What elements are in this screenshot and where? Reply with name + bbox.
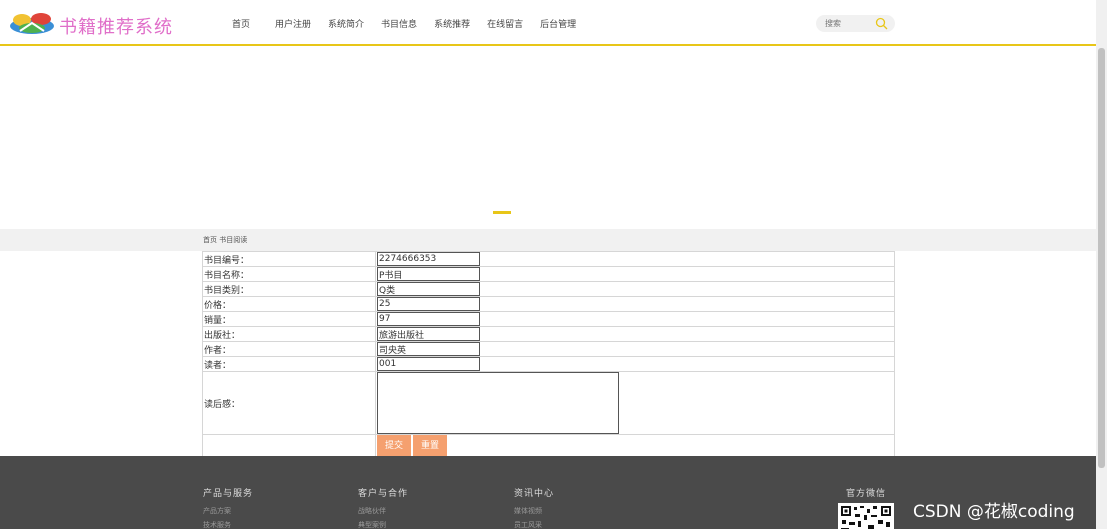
page-scrollbar[interactable]: [1096, 0, 1107, 529]
csdn-watermark: CSDN @花椒coding: [913, 502, 1075, 522]
book-detail-form: 书目编号： 书目名称： 书目类别： 价格： 销量： 出版社： 作者： 读者：: [202, 251, 895, 457]
footer-news-title: 资讯中心: [514, 489, 555, 499]
nav-admin[interactable]: 后台管理: [540, 17, 576, 31]
form-row: 书目编号：: [202, 251, 895, 267]
form-row: 读后感：: [202, 371, 895, 435]
search-input[interactable]: [825, 17, 875, 30]
form-row: 书目名称：: [202, 266, 895, 282]
review-textarea[interactable]: [377, 372, 619, 434]
breadcrumb[interactable]: 首页 书目阅读: [203, 235, 247, 245]
sales-field[interactable]: [377, 312, 480, 326]
top-header: 书籍推荐系统 首页 用户注册 系统简介 书目信息 系统推荐 在线留言 后台管理: [0, 0, 1096, 46]
review-label: 读后感：: [202, 371, 376, 435]
price-field[interactable]: [377, 297, 480, 311]
book-id-field[interactable]: [377, 252, 480, 266]
form-row: 读者：: [202, 356, 895, 372]
breadcrumb-bar: 首页 书目阅读: [0, 229, 1096, 251]
nav-books[interactable]: 书目信息: [381, 17, 417, 31]
footer-link[interactable]: 产品方案: [203, 506, 231, 516]
wechat-qr-icon: [838, 503, 894, 529]
banner-indicator: [493, 211, 511, 214]
publisher-label: 出版社：: [202, 326, 376, 342]
footer-products-title: 产品与服务: [203, 489, 254, 499]
brand-title[interactable]: 书籍推荐系统: [59, 13, 173, 39]
form-actions-row: 提交 重置: [202, 434, 895, 457]
search-box: [816, 15, 895, 32]
book-id-label: 书目编号：: [202, 251, 376, 267]
price-label: 价格：: [202, 296, 376, 312]
form-row: 作者：: [202, 341, 895, 357]
scrollbar-thumb[interactable]: [1098, 48, 1105, 468]
footer-link[interactable]: 典型案例: [358, 520, 386, 529]
book-logo-icon: [10, 13, 54, 34]
form-row: 销量：: [202, 311, 895, 327]
form-row: 价格：: [202, 296, 895, 312]
sales-label: 销量：: [202, 311, 376, 327]
nav-messages[interactable]: 在线留言: [487, 17, 523, 31]
publisher-field[interactable]: [377, 327, 480, 341]
footer-partners-title: 客户与合作: [358, 489, 409, 499]
nav-register[interactable]: 用户注册: [275, 17, 311, 31]
nav-recommend[interactable]: 系统推荐: [434, 17, 470, 31]
book-name-label: 书目名称：: [202, 266, 376, 282]
footer-link[interactable]: 员工风采: [514, 520, 542, 529]
reset-button[interactable]: 重置: [413, 435, 448, 456]
nav-intro[interactable]: 系统简介: [328, 17, 364, 31]
search-icon[interactable]: [875, 17, 888, 30]
reader-label: 读者：: [202, 356, 376, 372]
actions-spacer: [202, 434, 376, 457]
author-label: 作者：: [202, 341, 376, 357]
submit-button[interactable]: 提交: [377, 435, 412, 456]
reader-field[interactable]: [377, 357, 480, 371]
main-nav: 首页 用户注册 系统简介 书目信息 系统推荐 在线留言 后台管理: [232, 17, 593, 31]
footer-wechat-title: 官方微信: [846, 489, 887, 499]
book-category-label: 书目类别：: [202, 281, 376, 297]
form-row: 出版社：: [202, 326, 895, 342]
footer-link[interactable]: 战略伙伴: [358, 506, 386, 516]
book-category-field[interactable]: [377, 282, 480, 296]
author-field[interactable]: [377, 342, 480, 356]
nav-home[interactable]: 首页: [232, 17, 250, 31]
book-name-field[interactable]: [377, 267, 480, 281]
page: 书籍推荐系统 首页 用户注册 系统简介 书目信息 系统推荐 在线留言 后台管理 …: [0, 0, 1107, 529]
form-row: 书目类别：: [202, 281, 895, 297]
footer-link[interactable]: 媒体视频: [514, 506, 542, 516]
footer-link[interactable]: 技术服务: [203, 520, 231, 529]
